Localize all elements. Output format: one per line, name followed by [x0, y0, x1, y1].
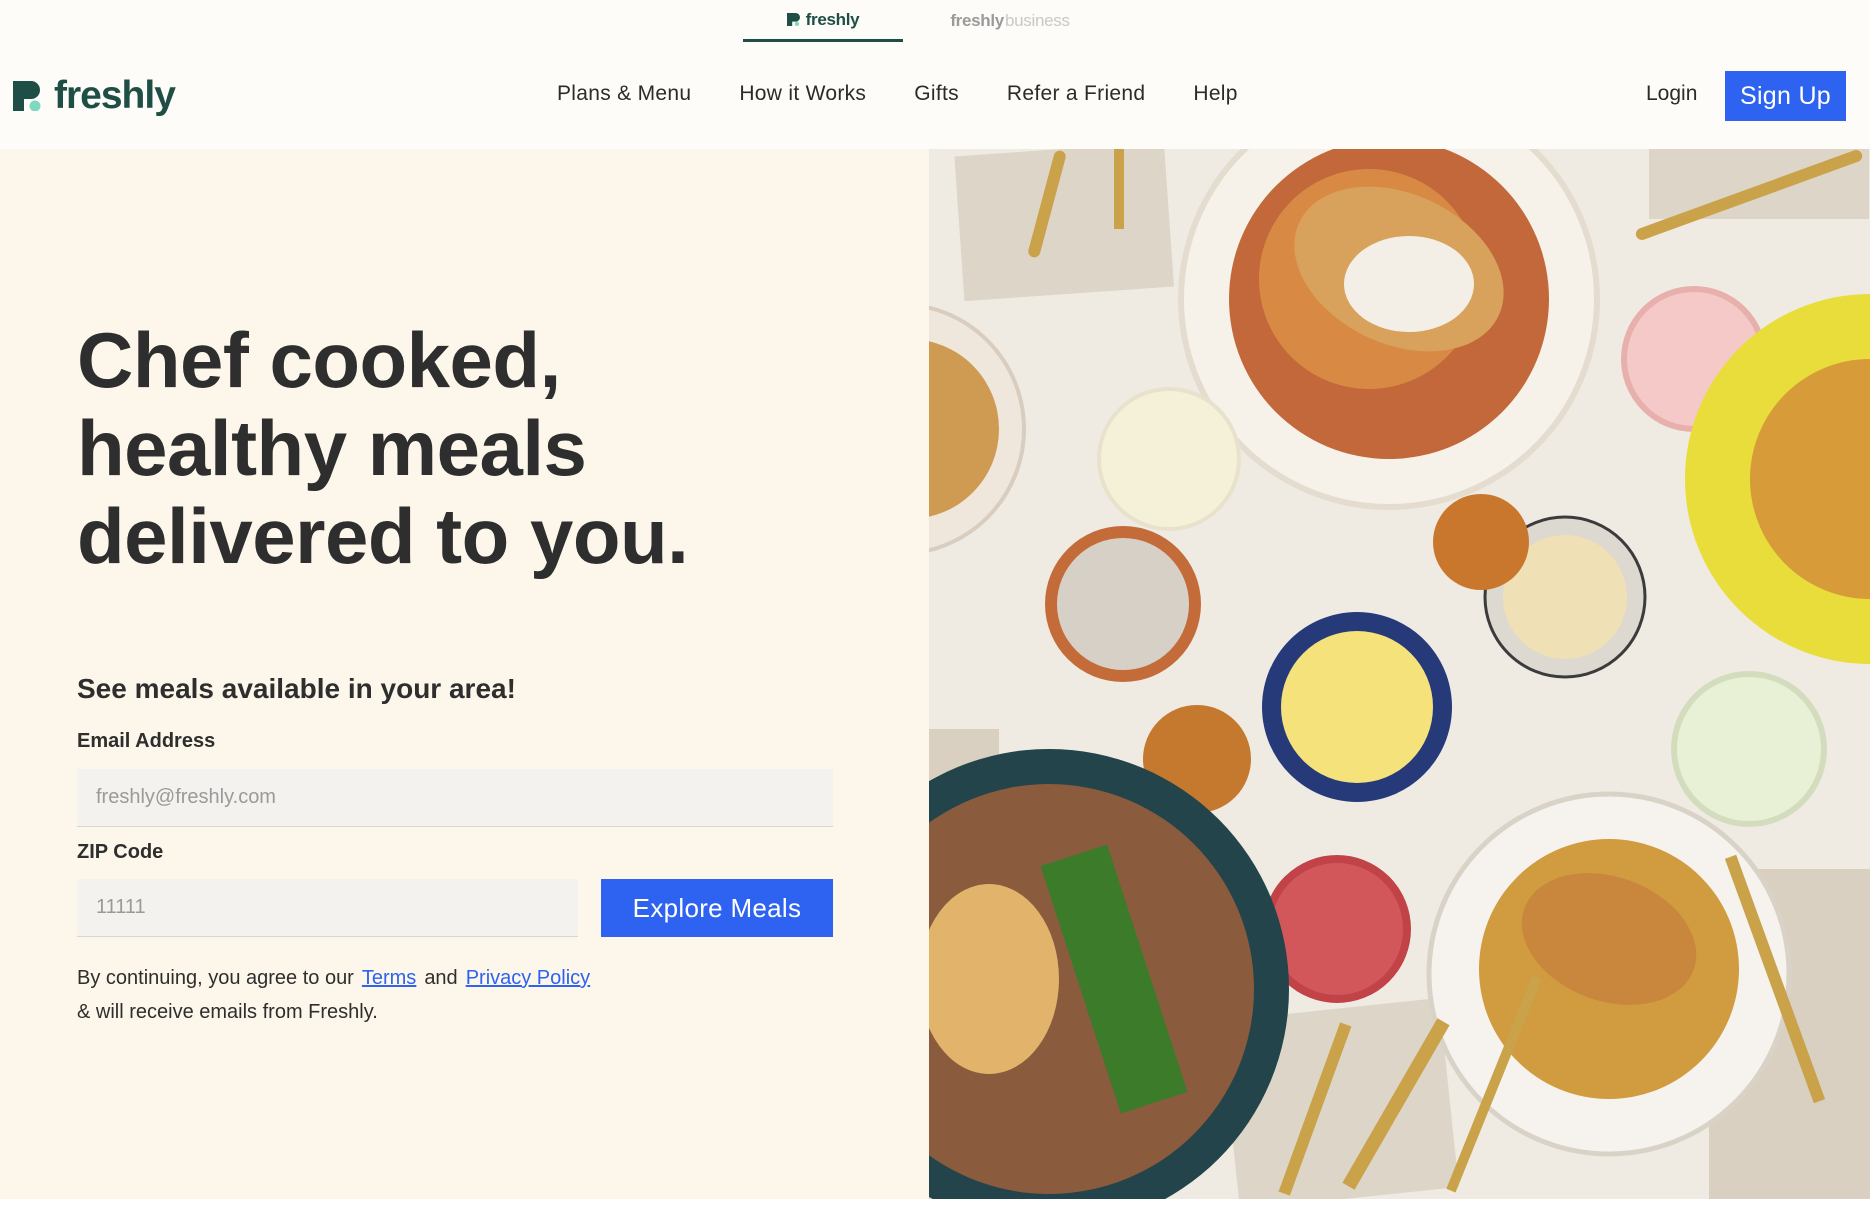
main-nav: Plans & Menu How it Works Gifts Refer a …	[557, 82, 1286, 106]
nav-refer-a-friend[interactable]: Refer a Friend	[1007, 82, 1145, 106]
form-subhead: See meals available in your area!	[77, 673, 516, 704]
site-header: freshly Plans & Menu How it Works Gifts …	[0, 44, 1870, 149]
terms-notice: By continuing, you agree to our Terms and P…	[77, 961, 598, 1029]
freshly-logo-icon	[13, 81, 41, 111]
site-logo[interactable]: freshly	[13, 74, 176, 118]
signup-button[interactable]: Sign Up	[1725, 71, 1846, 121]
freshly-logo-icon	[786, 13, 800, 26]
brand-tab-label: freshly	[950, 11, 1004, 30]
privacy-policy-link[interactable]: Privacy Policy	[466, 967, 590, 989]
zip-label: ZIP Code	[77, 841, 164, 863]
food-spread-illustration	[929, 149, 1870, 1199]
brand-tab-business[interactable]: freshly business	[930, 0, 1090, 42]
terms-link[interactable]: Terms	[362, 967, 416, 989]
email-field[interactable]	[77, 769, 833, 827]
brand-tab-suffix: business	[1004, 11, 1070, 30]
hero-food-image	[929, 149, 1870, 1199]
hero-headline: Chef cooked, healthy meals delivered to …	[77, 316, 797, 580]
headline-line: healthy meals	[77, 404, 587, 492]
zip-field[interactable]	[77, 879, 578, 937]
explore-meals-button[interactable]: Explore Meals	[601, 879, 833, 937]
terms-prefix: By continuing, you agree to our	[77, 967, 354, 989]
nav-gifts[interactable]: Gifts	[914, 82, 959, 106]
brand-tab-freshly[interactable]: freshly	[743, 0, 903, 42]
nav-how-it-works[interactable]: How it Works	[739, 82, 866, 106]
brand-tab-label: freshly	[805, 9, 860, 29]
terms-suffix: & will receive emails from Freshly.	[77, 1001, 378, 1023]
nav-help[interactable]: Help	[1193, 82, 1237, 106]
terms-and: and	[424, 967, 458, 989]
login-link[interactable]: Login	[1646, 82, 1697, 106]
hero-form-panel: Chef cooked, healthy meals delivered to …	[0, 149, 929, 1199]
headline-line: Chef cooked,	[77, 316, 561, 404]
headline-line: delivered to you.	[77, 492, 689, 580]
logo-wordmark: freshly	[54, 74, 176, 117]
brand-switcher: freshly freshly business	[0, 0, 1870, 44]
nav-plans-menu[interactable]: Plans & Menu	[557, 82, 691, 106]
email-label: Email Address	[77, 730, 216, 752]
